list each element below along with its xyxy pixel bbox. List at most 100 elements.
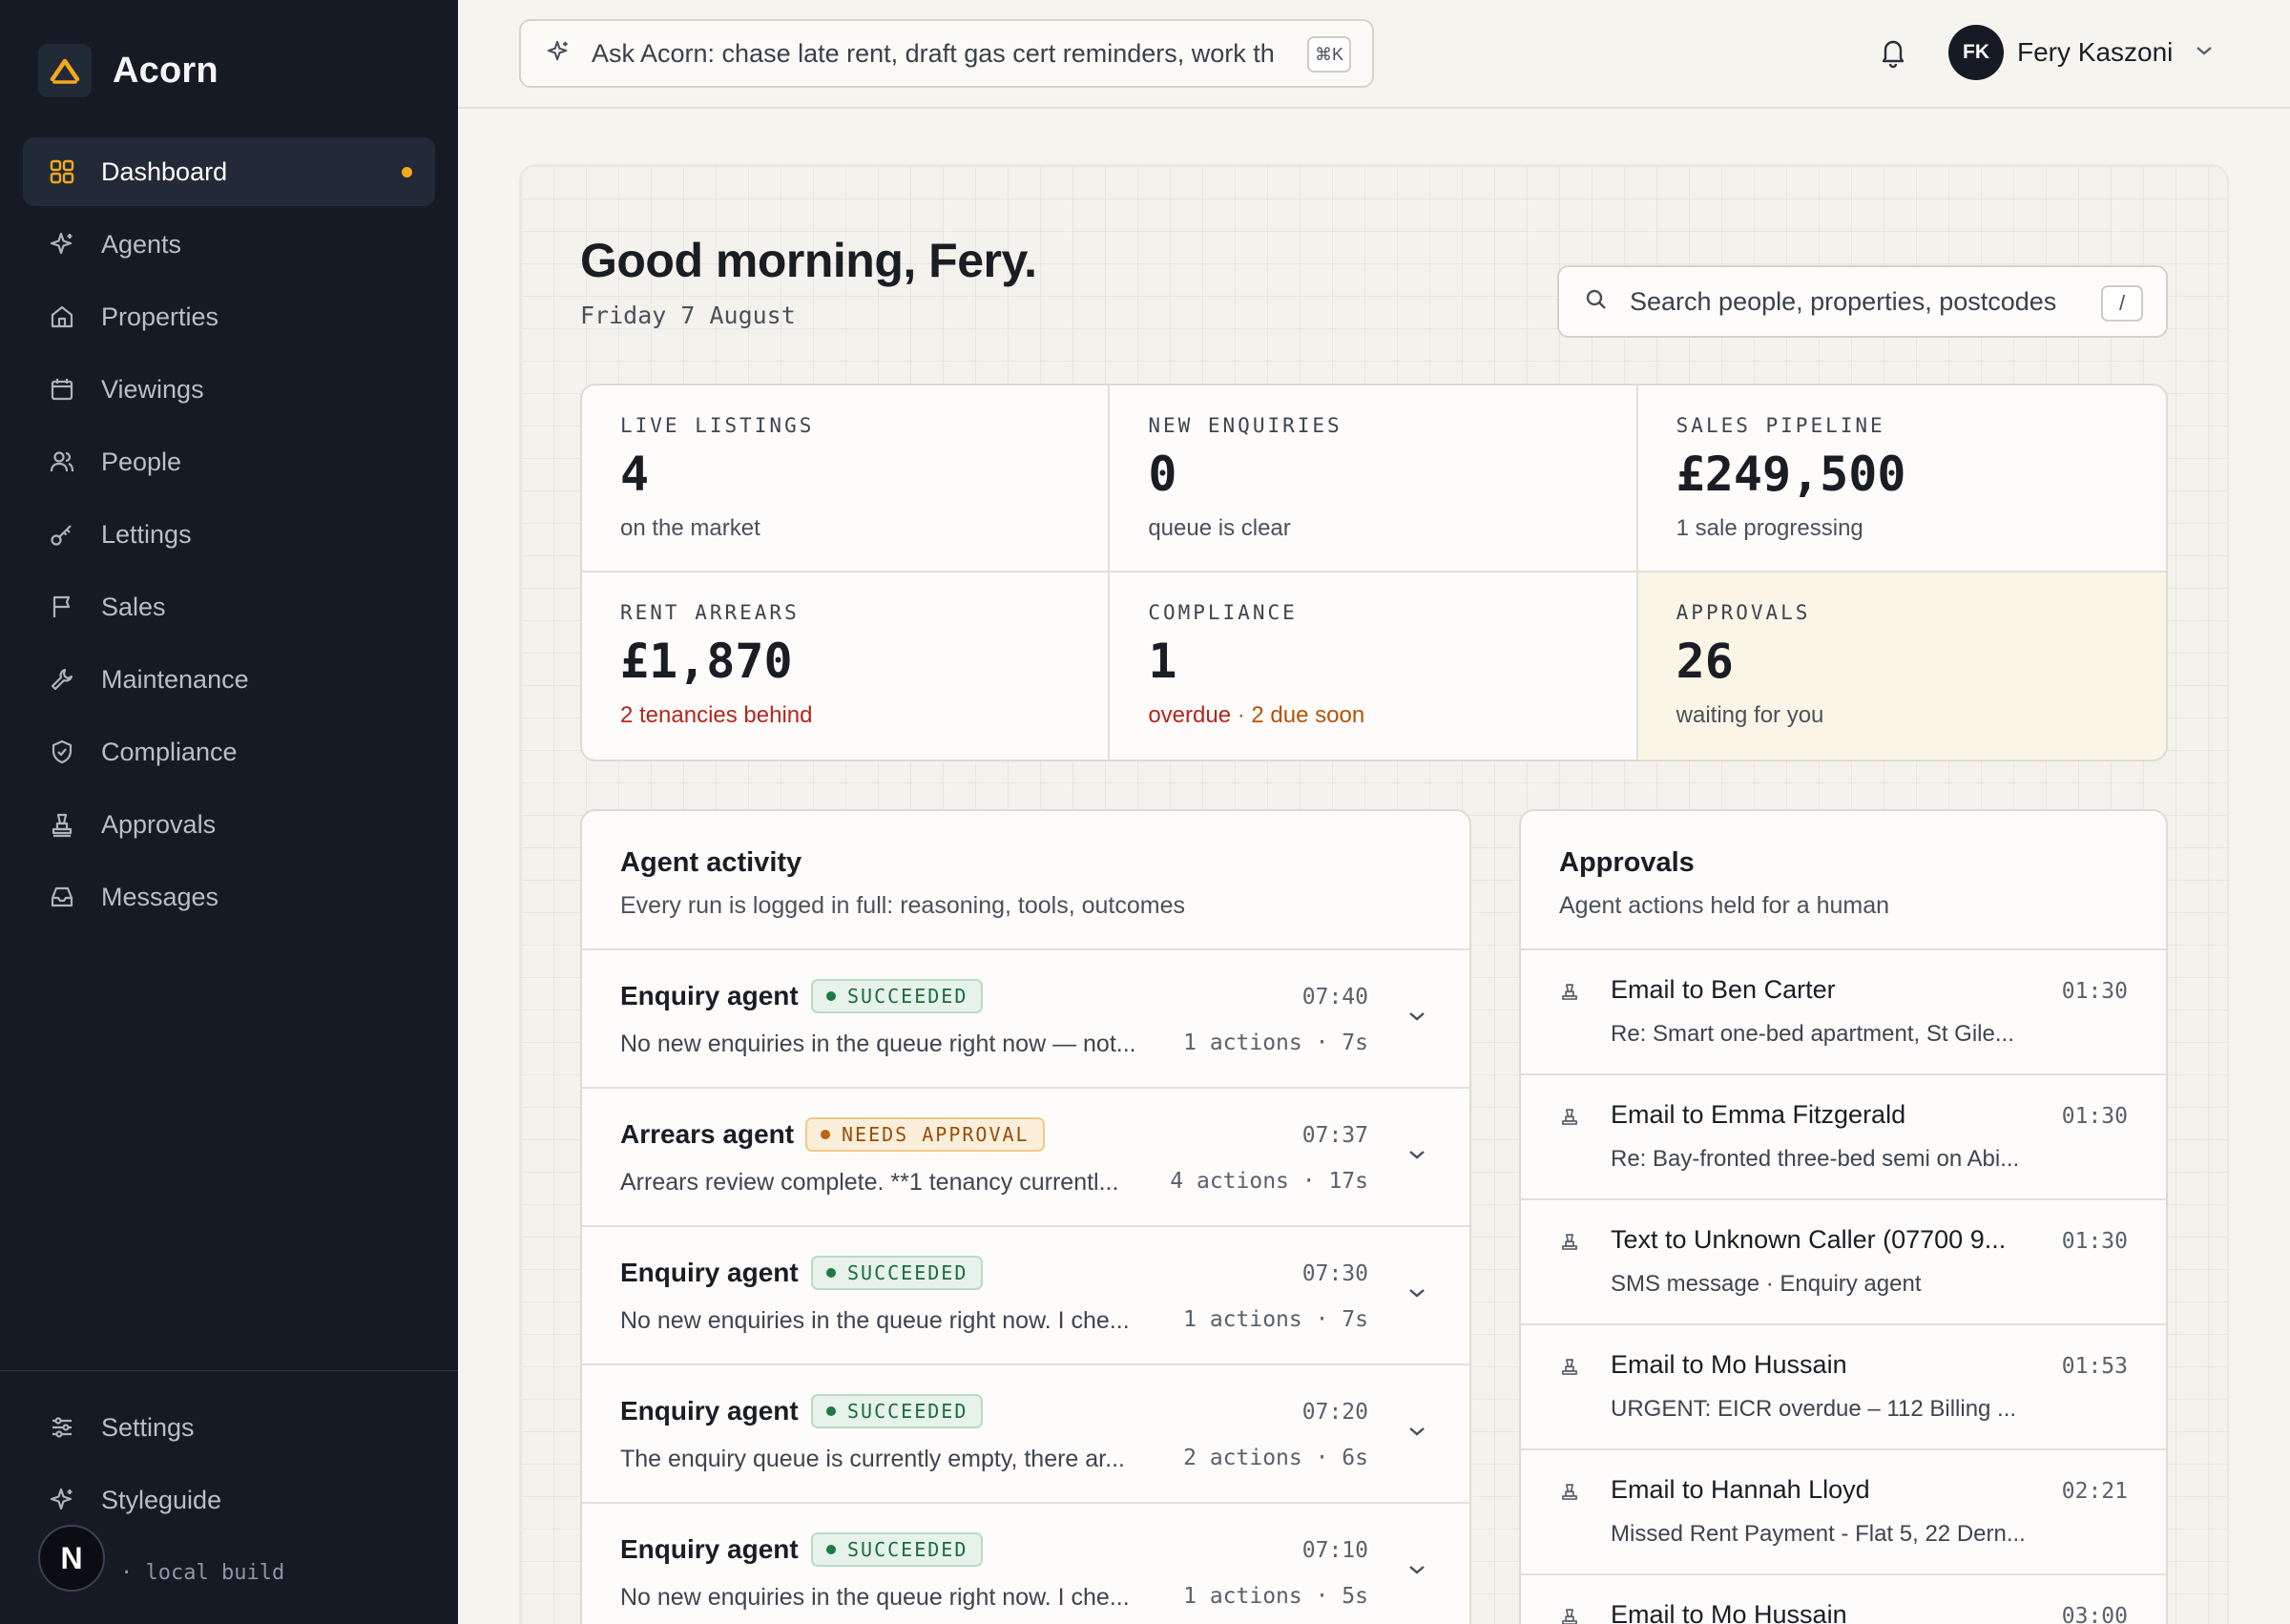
approval-title: Email to Hannah Lloyd — [1611, 1475, 1870, 1504]
sidebar-item-viewings[interactable]: Viewings — [23, 355, 435, 424]
approval-title: Email to Emma Fitzgerald — [1611, 1100, 1906, 1129]
approval-time: 01:30 — [2061, 1229, 2128, 1254]
approval-item[interactable]: Email to Mo Hussain URGENT: EICR overdue… — [1521, 1325, 2166, 1450]
search-input[interactable]: Search people, properties, postcodes / — [1557, 265, 2168, 338]
due-soon-text: · 2 due soon — [1231, 702, 1365, 728]
run-summary: Arrears review complete. **1 tenancy cur… — [620, 1169, 1119, 1196]
sidebar: Acorn Dashboard Agents Properties Viewin… — [0, 0, 458, 1624]
run-summary: No new enquiries in the queue right now.… — [620, 1307, 1130, 1334]
sidebar-item-lettings[interactable]: Lettings — [23, 500, 435, 569]
overdue-text: overdue — [1148, 702, 1232, 728]
sidebar-item-messages[interactable]: Messages — [23, 863, 435, 931]
run-meta: 4 actions · 17s — [1170, 1169, 1368, 1194]
inbox-icon — [48, 883, 76, 911]
stat-sales-pipeline[interactable]: SALES PIPELINE £249,500 1 sale progressi… — [1637, 385, 2166, 573]
sidebar-item-approvals[interactable]: Approvals — [23, 790, 435, 859]
activity-row[interactable]: Enquiry agent SUCCEEDED No new enquiries… — [582, 1227, 1469, 1365]
nextjs-badge[interactable]: N — [38, 1525, 105, 1592]
stat-value: £249,500 — [1676, 447, 1906, 502]
chevron-down-icon[interactable] — [1406, 1010, 1427, 1028]
search-shortcut-key: / — [2101, 285, 2143, 322]
activity-row[interactable]: Enquiry agent SUCCEEDED No new enquiries… — [582, 950, 1469, 1089]
sidebar-item-label: Properties — [101, 302, 219, 331]
approval-title: Text to Unknown Caller (07700 9... — [1611, 1225, 2007, 1254]
sparkle-icon — [48, 230, 76, 259]
stat-subtext: waiting for you — [1676, 702, 1824, 728]
agent-name: Arrears agent — [620, 1119, 795, 1149]
run-meta: 1 actions · 7s — [1183, 1307, 1368, 1332]
sidebar-item-maintenance[interactable]: Maintenance — [23, 645, 435, 714]
approval-time: 01:53 — [2061, 1354, 2128, 1379]
approval-item[interactable]: Text to Unknown Caller (07700 9... SMS m… — [1521, 1200, 2166, 1325]
approval-subject: Re: Smart one-bed apartment, St Gile... — [1611, 1021, 2014, 1047]
brand[interactable]: Acorn — [38, 44, 219, 97]
stat-new-enquiries[interactable]: NEW ENQUIRIES 0 queue is clear — [1110, 385, 1638, 573]
stamp-icon — [1559, 1106, 1580, 1134]
sidebar-item-agents[interactable]: Agents — [23, 210, 435, 279]
chevron-down-icon — [2194, 44, 2215, 62]
chevron-down-icon[interactable] — [1406, 1148, 1427, 1166]
ask-acorn-placeholder: Ask Acorn: chase late rent, draft gas ce… — [592, 38, 1275, 68]
sidebar-item-styleguide[interactable]: Styleguide — [23, 1466, 435, 1534]
user-menu[interactable]: FK Fery Kaszoni — [1948, 25, 2215, 80]
sidebar-item-compliance[interactable]: Compliance — [23, 718, 435, 786]
sidebar-item-label: Sales — [101, 592, 166, 621]
approval-item[interactable]: Email to Hannah Lloyd Missed Rent Paymen… — [1521, 1450, 2166, 1575]
approval-title: Email to Mo Hussain — [1611, 1350, 1847, 1379]
ask-acorn-input[interactable]: Ask Acorn: chase late rent, draft gas ce… — [519, 19, 1374, 88]
run-time: 07:10 — [1301, 1538, 1368, 1563]
chevron-down-icon[interactable] — [1406, 1286, 1427, 1304]
status-badge: SUCCEEDED — [811, 1256, 984, 1290]
chevron-down-icon[interactable] — [1406, 1425, 1427, 1443]
approval-subject: URGENT: EICR overdue – 112 Billing ... — [1611, 1396, 2017, 1422]
stat-rent-arrears[interactable]: RENT ARREARS £1,870 2 tenancies behind — [582, 573, 1111, 760]
activity-row[interactable]: Enquiry agent SUCCEEDED The enquiry queu… — [582, 1365, 1469, 1504]
sidebar-item-label: Settings — [101, 1412, 195, 1442]
agent-name: Enquiry agent — [620, 981, 799, 1010]
approval-item[interactable]: Email to Ben Carter Re: Smart one-bed ap… — [1521, 950, 2166, 1075]
approvals-card: Approvals Agent actions held for a human… — [1519, 809, 2168, 1624]
sidebar-item-label: Viewings — [101, 374, 204, 404]
sidebar-item-label: Approvals — [101, 809, 217, 839]
sidebar-item-people[interactable]: People — [23, 427, 435, 496]
current-date: Friday 7 August — [580, 302, 796, 329]
sidebar-item-label: People — [101, 447, 182, 476]
run-meta: 1 actions · 7s — [1183, 1031, 1368, 1055]
activity-row[interactable]: Enquiry agent SUCCEEDED No new enquiries… — [582, 1504, 1469, 1624]
stat-value: 4 — [620, 447, 650, 502]
stamp-icon — [1559, 981, 1580, 1009]
stat-approvals[interactable]: APPROVALS 26 waiting for you — [1637, 573, 2166, 760]
status-badge: NEEDS APPROVAL — [805, 1117, 1045, 1152]
activity-row[interactable]: Arrears agent NEEDS APPROVAL Arrears rev… — [582, 1089, 1469, 1227]
stamp-icon — [1559, 1231, 1580, 1259]
key-icon — [48, 520, 76, 549]
stat-value: 0 — [1148, 447, 1177, 502]
sidebar-item-properties[interactable]: Properties — [23, 282, 435, 351]
stat-label: APPROVALS — [1676, 601, 1811, 624]
agent-name: Enquiry agent — [620, 1534, 799, 1564]
approval-title: Email to Ben Carter — [1611, 975, 1836, 1004]
chevron-down-icon[interactable] — [1406, 1563, 1427, 1581]
stat-live-listings[interactable]: LIVE LISTINGS 4 on the market — [582, 385, 1111, 573]
wrench-icon — [48, 665, 76, 694]
sidebar-item-sales[interactable]: Sales — [23, 573, 435, 641]
sidebar-item-dashboard[interactable]: Dashboard — [23, 137, 435, 206]
approval-time: 03:00 — [2061, 1604, 2128, 1624]
approval-item[interactable]: Email to Mo Hussain 03:00 — [1521, 1575, 2166, 1624]
stat-compliance[interactable]: COMPLIANCE 1 overdue · 2 due soon — [1110, 573, 1638, 760]
stat-subtext: overdue · 2 due soon — [1148, 702, 1635, 729]
status-badge: SUCCEEDED — [811, 1394, 984, 1428]
stat-subtext: queue is clear — [1148, 515, 1291, 541]
sidebar-item-settings[interactable]: Settings — [23, 1393, 435, 1462]
sidebar-divider — [0, 1370, 458, 1371]
notifications-bell-icon[interactable] — [1878, 36, 1908, 73]
approval-time: 01:30 — [2061, 1104, 2128, 1129]
stat-label: LIVE LISTINGS — [620, 414, 815, 437]
shield-icon — [48, 738, 76, 766]
users-icon — [48, 448, 76, 476]
user-name: Fery Kaszoni — [2017, 37, 2174, 67]
approval-item[interactable]: Email to Emma Fitzgerald Re: Bay-fronted… — [1521, 1075, 2166, 1200]
run-time: 07:30 — [1301, 1261, 1368, 1286]
sidebar-item-label: Lettings — [101, 519, 192, 549]
card-subtitle: Agent actions held for a human — [1559, 892, 1890, 919]
